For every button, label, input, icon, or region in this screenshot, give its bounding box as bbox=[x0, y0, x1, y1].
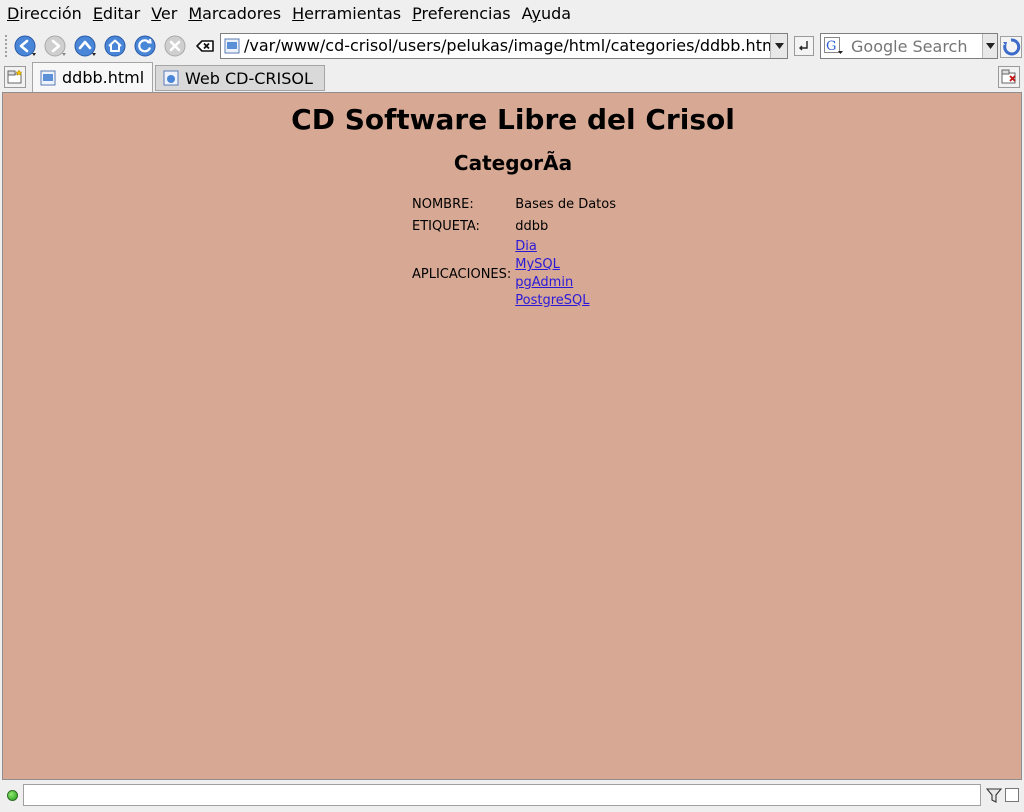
menu-editar[interactable]: Editar bbox=[89, 0, 144, 28]
search-input[interactable] bbox=[845, 36, 982, 56]
filter-icon[interactable] bbox=[986, 787, 1002, 804]
menu-herramientas[interactable]: Herramientas bbox=[288, 0, 405, 28]
back-button[interactable] bbox=[13, 34, 37, 58]
home-button[interactable] bbox=[103, 34, 127, 58]
up-button[interactable] bbox=[73, 34, 97, 58]
menu-marcadores-rest: arcadores bbox=[202, 4, 282, 23]
table-row: ETIQUETA: ddbb bbox=[410, 215, 618, 237]
menu-ver-accel: V bbox=[151, 4, 161, 23]
applications-label: APLICACIONES: bbox=[412, 266, 512, 282]
chevron-down-icon bbox=[774, 43, 784, 49]
page-icon bbox=[224, 38, 240, 54]
tag-label: ETIQUETA: bbox=[412, 218, 480, 234]
tab-label: ddbb.html bbox=[62, 68, 145, 87]
search-engine-selector[interactable]: G bbox=[823, 36, 845, 56]
menu-marcadores[interactable]: Marcadores bbox=[184, 0, 285, 28]
web-content: CD Software Libre del Crisol CategorÃa N… bbox=[2, 92, 1022, 780]
menu-ver[interactable]: Ver bbox=[147, 0, 181, 28]
chevron-down-icon bbox=[985, 43, 995, 49]
menu-editar-rest: ditar bbox=[102, 4, 141, 23]
clear-location-button[interactable] bbox=[193, 34, 217, 58]
svg-text:G: G bbox=[826, 39, 836, 54]
close-tab-button[interactable] bbox=[998, 66, 1020, 88]
menu-ayuda[interactable]: Ayuda bbox=[518, 0, 575, 28]
globe-page-icon bbox=[163, 70, 179, 86]
menu-direccion[interactable]: Dirección bbox=[3, 0, 86, 28]
tab-web-cd-crisol[interactable]: Web CD-CRISOL bbox=[155, 65, 325, 91]
menu-ver-rest: er bbox=[160, 4, 178, 23]
table-row: APLICACIONES: Dia MySQL pgAdmin PostgreS… bbox=[410, 237, 618, 311]
location-input[interactable]: /var/www/cd-crisol/users/pelukas/image/h… bbox=[244, 34, 770, 58]
menu-direccion-rest: irección bbox=[19, 4, 82, 23]
table-row: NOMBRE: Bases de Datos bbox=[410, 193, 618, 215]
app-link-postgresql[interactable]: PostgreSQL bbox=[515, 292, 616, 310]
toolbar-grip[interactable] bbox=[4, 34, 8, 58]
menu-ayuda-accel: y bbox=[531, 4, 541, 23]
new-tab-icon bbox=[7, 69, 23, 84]
forward-button[interactable] bbox=[43, 34, 67, 58]
back-icon bbox=[14, 35, 36, 57]
page-title: CD Software Libre del Crisol bbox=[291, 103, 735, 136]
app-link-pgadmin[interactable]: pgAdmin bbox=[515, 274, 616, 292]
reload-button[interactable] bbox=[133, 34, 157, 58]
menu-ayuda-pre: A bbox=[521, 4, 532, 23]
forward-icon bbox=[44, 35, 66, 57]
status-indicator-icon bbox=[7, 790, 18, 801]
category-info-table: NOMBRE: Bases de Datos ETIQUETA: ddbb AP… bbox=[410, 193, 618, 311]
location-dropdown[interactable] bbox=[770, 34, 787, 58]
menu-direccion-accel: D bbox=[7, 4, 20, 23]
go-icon bbox=[799, 41, 808, 51]
home-icon bbox=[104, 35, 126, 57]
applications-list: Dia MySQL pgAdmin PostgreSQL bbox=[513, 237, 618, 311]
stop-icon bbox=[164, 35, 186, 57]
tag-value: ddbb bbox=[515, 218, 549, 234]
go-button[interactable] bbox=[794, 36, 814, 56]
new-tab-button[interactable] bbox=[4, 66, 26, 88]
up-icon bbox=[74, 35, 96, 57]
menubar: Dirección Editar Ver Marcadores Herramie… bbox=[0, 0, 1024, 28]
konqueror-throbber-icon bbox=[1000, 36, 1022, 58]
app-link-dia[interactable]: Dia bbox=[515, 238, 616, 256]
menu-ayuda-rest: uda bbox=[540, 4, 572, 23]
status-checkbox[interactable] bbox=[1005, 788, 1019, 802]
page-subtitle: CategorÃa bbox=[453, 151, 573, 175]
close-tab-icon bbox=[1001, 69, 1016, 84]
tab-label: Web CD-CRISOL bbox=[185, 68, 313, 88]
tab-bar: ddbb.html Web CD-CRISOL bbox=[0, 62, 1024, 92]
location-bar[interactable]: /var/www/cd-crisol/users/pelukas/image/h… bbox=[220, 33, 788, 59]
stop-button[interactable] bbox=[163, 34, 187, 58]
menu-marcadores-accel: M bbox=[188, 4, 203, 23]
tab-ddbb[interactable]: ddbb.html bbox=[32, 62, 153, 92]
app-link-mysql[interactable]: MySQL bbox=[515, 256, 616, 274]
clear-location-icon bbox=[196, 40, 214, 52]
menu-herramientas-accel: H bbox=[292, 4, 305, 23]
status-text bbox=[23, 784, 981, 806]
menu-editar-accel: E bbox=[92, 4, 103, 23]
menu-preferencias-rest: referencias bbox=[421, 4, 511, 23]
page-icon bbox=[40, 70, 56, 85]
reload-icon bbox=[134, 35, 156, 57]
search-dropdown[interactable] bbox=[982, 34, 997, 58]
google-icon: G bbox=[824, 37, 843, 54]
name-value: Bases de Datos bbox=[515, 196, 617, 212]
menu-preferencias[interactable]: Preferencias bbox=[408, 0, 515, 28]
menu-herramientas-rest: erramientas bbox=[304, 4, 402, 23]
search-bar[interactable]: G bbox=[820, 33, 998, 59]
name-label: NOMBRE: bbox=[412, 196, 474, 212]
status-bar bbox=[0, 782, 1024, 812]
throbber bbox=[1000, 36, 1022, 58]
